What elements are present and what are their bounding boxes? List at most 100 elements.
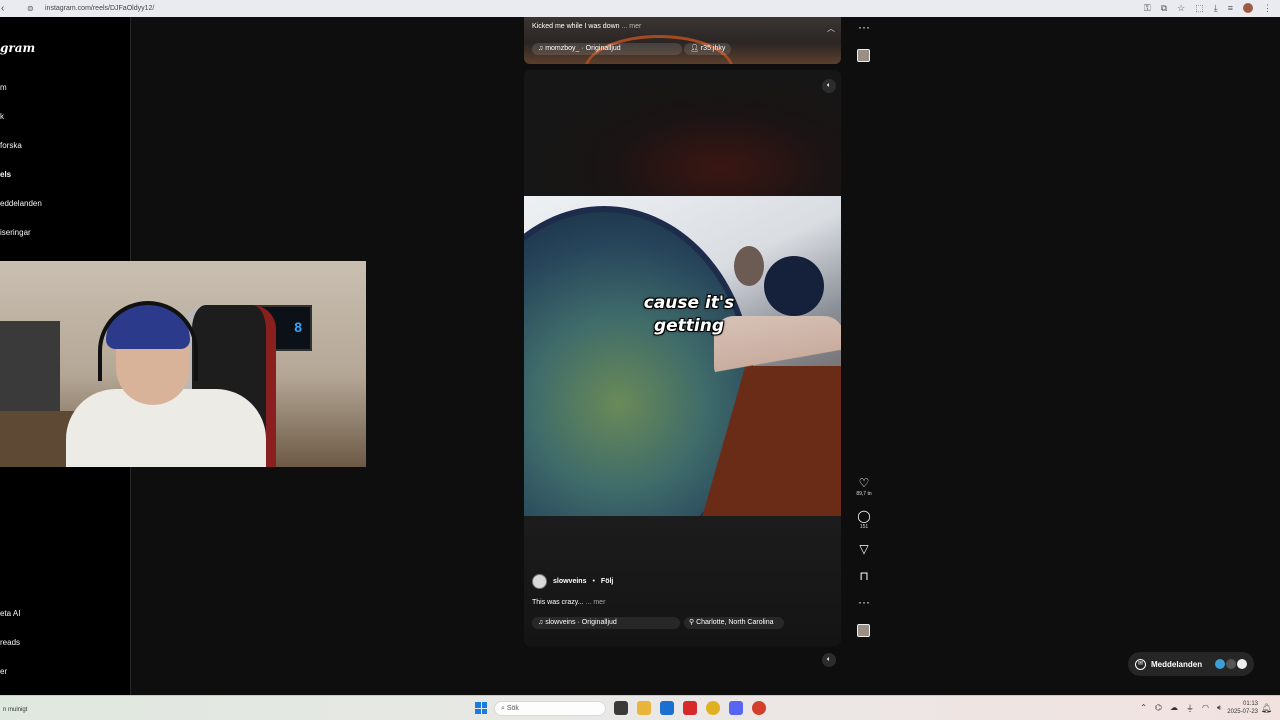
site-info-icon[interactable]: ⊜ [27,4,35,13]
comment-icon: ◯ [857,509,871,523]
task-view-icon[interactable] [614,701,628,715]
more-options-button[interactable]: ··· [852,596,876,609]
browser-address-bar: ‹ ⊜ instagram.com/reels/DJFaOldyy12/ ⚿ ⧉… [0,0,1280,17]
audio-link[interactable]: ♫ momzboy_ · Originalljud [532,43,682,55]
like-button[interactable]: ♡ 89,7 tn [852,476,876,498]
browser-toolbar: ⚿ ⧉ ☆ ⬚ ⤓ ≡ ⋮ [1144,3,1272,13]
sidebar-item-explore[interactable]: forska [0,141,22,150]
url-field[interactable]: instagram.com/reels/DJFaOldyy12/ [45,5,154,12]
comment-button[interactable]: ◯ 151 [852,509,876,531]
subtitle-line-1: cause it's [643,293,735,313]
profile-avatar[interactable] [1243,3,1253,13]
download-icon[interactable]: ⤓ [1214,3,1218,13]
reel-video[interactable]: cause it's getting [524,196,841,516]
back-arrow-icon[interactable]: ‹ [1,3,9,14]
taskbar-apps [614,701,766,715]
monitor-digit: 8 [294,319,302,335]
volume-icon[interactable]: 🔉︎ [1217,703,1222,714]
webcam-overlay: 8 [0,261,366,467]
chevron-up-icon[interactable]: ︿ [827,23,835,34]
comment-count: 151 [859,524,869,530]
audio-avatar[interactable] [857,624,870,637]
message-avatars [1215,659,1248,669]
subtitle-line-2: getting [653,316,725,336]
audio-label: slowveins · Originalljud [545,619,617,626]
more-dots-icon: ··· [858,595,870,609]
windows-start-icon[interactable] [475,702,487,714]
system-tray: ⌃ ⌬ ☁ ⏚ ◠ 🔉︎ [1140,703,1222,714]
reel-owner: slowveins • Följ [532,574,613,589]
messages-pill[interactable]: ✉ Meddelanden [1128,652,1254,676]
video-person-helmet [764,256,824,316]
taskbar-clock[interactable]: 01:13 2025-07-23 [1227,700,1258,716]
caption-more-link[interactable]: ... mer [586,599,606,606]
blurred-background-top [524,70,841,196]
sidebar-item-more[interactable]: er [0,667,7,676]
usb-icon[interactable]: ⏚ [1186,703,1194,714]
sidebar-item-messages[interactable]: eddelanden [0,199,42,208]
reel-caption: Kicked me while I was down ... mer [532,23,641,30]
clock-time: 01:13 [1242,701,1258,707]
owner-username[interactable]: slowveins [553,578,586,585]
speaker-icon[interactable]: 🔈︎ [822,653,836,667]
send-icon: ▽ [859,542,869,556]
caption-text: Kicked me while I was down [532,23,620,30]
location-link[interactable]: ⚲ Charlotte, North Carolina [684,617,784,629]
discord-icon[interactable] [729,701,743,715]
sidebar-item-search[interactable]: k [0,112,4,121]
caption-more-link[interactable]: ... mer [622,23,642,30]
tagged-username: r35.jhky [700,45,726,52]
weather-widget[interactable]: n mulnigt [3,707,27,713]
more-options-button[interactable]: ··· [852,21,876,34]
messages-label: Meddelanden [1151,659,1203,669]
media-app-icon[interactable] [683,701,697,715]
sidebar-item-reels[interactable]: els [0,170,11,179]
sidebar-item-meta-ai[interactable]: eta AI [0,609,20,618]
save-button[interactable]: ⊓ [852,570,876,583]
avatar [1215,659,1226,669]
sidebar-item-threads[interactable]: reads [0,638,20,647]
star-icon[interactable]: ☆ [1177,3,1185,13]
sidebar-item-notifications[interactable]: iseringar [0,228,31,237]
file-explorer-icon[interactable] [637,701,651,715]
cast-icon[interactable]: ⧉ [1161,3,1167,13]
location-label: Charlotte, North Carolina [696,619,774,626]
speaker-icon[interactable]: 🔈︎ [822,79,836,93]
sidebar-item-home[interactable]: m [0,83,7,92]
audio-avatar[interactable] [857,49,870,62]
taskbar-search-input[interactable]: ⌕ Sök [494,701,606,716]
store-icon[interactable] [660,701,674,715]
current-reel[interactable]: 🔈︎ cause it's getting slowveins • Följ T… [524,70,841,646]
cloud-icon[interactable]: ☁ [1170,703,1178,714]
follow-button[interactable]: Följ [601,578,613,585]
share-button[interactable]: ▽ [852,543,876,556]
reading-list-icon[interactable]: ≡ [1228,3,1233,13]
separator-dot: • [592,578,595,585]
tagged-user[interactable]: 👤︎ r35.jhky [684,43,732,55]
heart-icon: ♡ [858,476,870,490]
wifi-icon[interactable]: ◠ [1202,703,1209,714]
avatar[interactable] [532,574,547,589]
instagram-logo[interactable]: gram [0,41,35,55]
video-subtitle: cause it's getting [624,292,754,338]
key-icon[interactable]: ⚿ [1144,3,1151,13]
menu-dots-icon[interactable]: ⋮ [1263,3,1272,13]
clock-date: 2025-07-23 [1227,709,1258,715]
bookmark-icon: ⊓ [859,569,869,583]
like-count: 89,7 tn [856,491,872,497]
windows-taskbar: n mulnigt ⌕ Sök ⌃ ⌬ ☁ ⏚ ◠ 🔉︎ 01:13 2025-… [0,695,1280,720]
audio-label: momzboy_ · Originalljud [545,45,621,52]
more-dots-icon: ··· [858,20,870,34]
audio-link[interactable]: ♫ slowveins · Originalljud [532,617,680,629]
chevron-up-icon[interactable]: ⌃ [1140,703,1147,714]
chrome-icon[interactable] [706,701,720,715]
caption-text: This was crazy... [532,599,584,606]
extensions-icon[interactable]: ⬚ [1195,3,1204,13]
avatar [1226,659,1237,669]
reel-caption: This was crazy... ... mer [532,599,605,606]
network-icon[interactable]: ⌬ [1155,703,1162,714]
previous-reel[interactable]: Kicked me while I was down ... mer ♫ mom… [524,17,841,64]
user-icon: 👤︎ [690,45,701,52]
notification-bell-icon[interactable]: 🔔︎ [1261,703,1272,714]
app-icon[interactable] [752,701,766,715]
